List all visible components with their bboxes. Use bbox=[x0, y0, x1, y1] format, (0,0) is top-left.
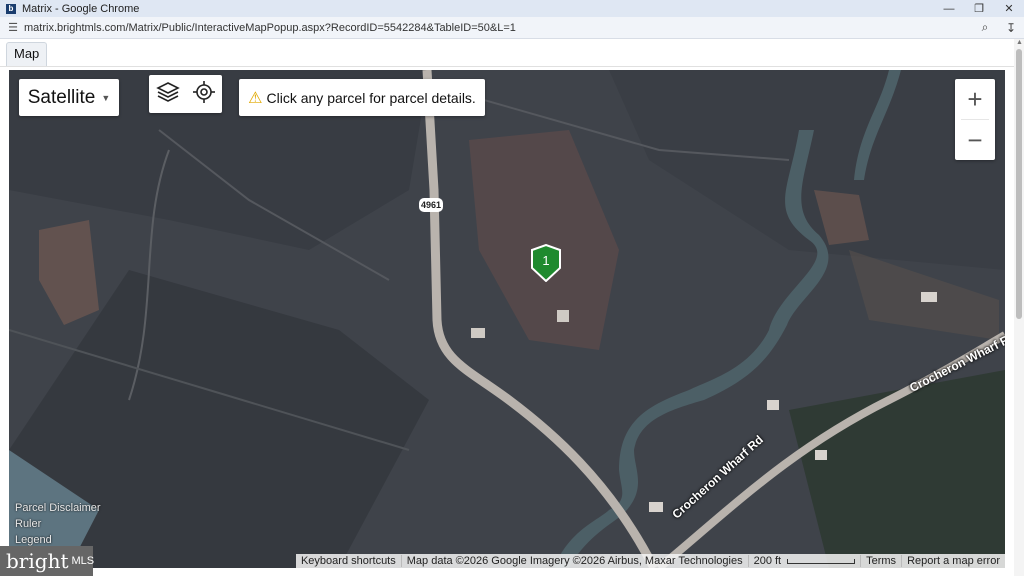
marker-label: 1 bbox=[542, 253, 550, 268]
tab-map[interactable]: Map bbox=[6, 42, 48, 66]
download-icon[interactable]: ↧ bbox=[998, 21, 1024, 35]
app-icon: b bbox=[6, 3, 16, 14]
logo-suffix: MLS bbox=[71, 555, 95, 567]
address-bar: ☰ matrix.brightmls.com/Matrix/Public/Int… bbox=[0, 17, 1024, 39]
zoom-in-button[interactable]: + bbox=[955, 79, 995, 119]
route-4961-shield: 4961 bbox=[419, 198, 443, 212]
bright-mls-logo: bright MLS bbox=[0, 546, 95, 576]
zoom-controls: + − bbox=[955, 79, 995, 160]
ruler-link[interactable]: Ruler bbox=[15, 516, 101, 532]
satellite-imagery bbox=[9, 70, 1005, 568]
close-icon[interactable]: ✕ bbox=[994, 0, 1024, 17]
layers-icon[interactable] bbox=[155, 80, 180, 109]
map-attribution: Keyboard shortcuts Map data ©2026 Google… bbox=[295, 554, 1005, 568]
scrollbar-thumb[interactable] bbox=[1016, 49, 1022, 319]
window-title-bar: b Matrix - Google Chrome — ❐ ✕ bbox=[0, 0, 1024, 17]
parcel-disclaimer-link[interactable]: Parcel Disclaimer bbox=[15, 500, 101, 516]
tab-bar: Map bbox=[0, 39, 1014, 67]
page-scrollbar[interactable]: ▲ bbox=[1014, 39, 1024, 576]
zoom-out-button[interactable]: − bbox=[955, 120, 995, 160]
caret-down-icon: ▼ bbox=[101, 92, 111, 103]
report-map-error-link[interactable]: Report a map error bbox=[901, 555, 1005, 567]
site-info-icon[interactable]: ☰ bbox=[4, 21, 22, 34]
map-side-links: Parcel Disclaimer Ruler Legend bbox=[15, 500, 101, 548]
minimize-icon[interactable]: — bbox=[934, 0, 964, 17]
logo-text: bright bbox=[6, 549, 69, 573]
listing-marker[interactable]: 1 bbox=[530, 243, 562, 283]
map-type-selector[interactable]: Satellite ▼ bbox=[19, 79, 119, 116]
scale-ruler-icon bbox=[787, 558, 856, 564]
satellite-map[interactable]: 4961 Crocheron Wharf Rd Crocheron Wharf … bbox=[9, 70, 1005, 568]
map-type-label: Satellite bbox=[27, 86, 96, 108]
scroll-up-icon[interactable]: ▲ bbox=[1016, 39, 1023, 46]
warning-icon: ⚠ bbox=[248, 89, 263, 107]
terms-link[interactable]: Terms bbox=[860, 555, 901, 567]
scale-label: 200 ft bbox=[753, 555, 782, 567]
keyboard-shortcuts-link[interactable]: Keyboard shortcuts bbox=[296, 555, 401, 567]
map-data-text: Map data ©2026 Google Imagery ©2026 Airb… bbox=[400, 555, 748, 567]
parcel-notice: ⚠ Click any parcel for parcel details. bbox=[239, 79, 485, 116]
restore-icon[interactable]: ❐ bbox=[964, 0, 994, 17]
locate-icon[interactable] bbox=[193, 80, 216, 108]
scale-bar[interactable]: 200 ft bbox=[747, 555, 861, 567]
zoom-icon[interactable]: ⌕ bbox=[972, 20, 998, 35]
window-title: Matrix - Google Chrome bbox=[22, 2, 140, 15]
url-text[interactable]: matrix.brightmls.com/Matrix/Public/Inter… bbox=[24, 22, 972, 34]
parcel-notice-text: Click any parcel for parcel details. bbox=[266, 89, 476, 106]
map-tools bbox=[149, 75, 222, 113]
